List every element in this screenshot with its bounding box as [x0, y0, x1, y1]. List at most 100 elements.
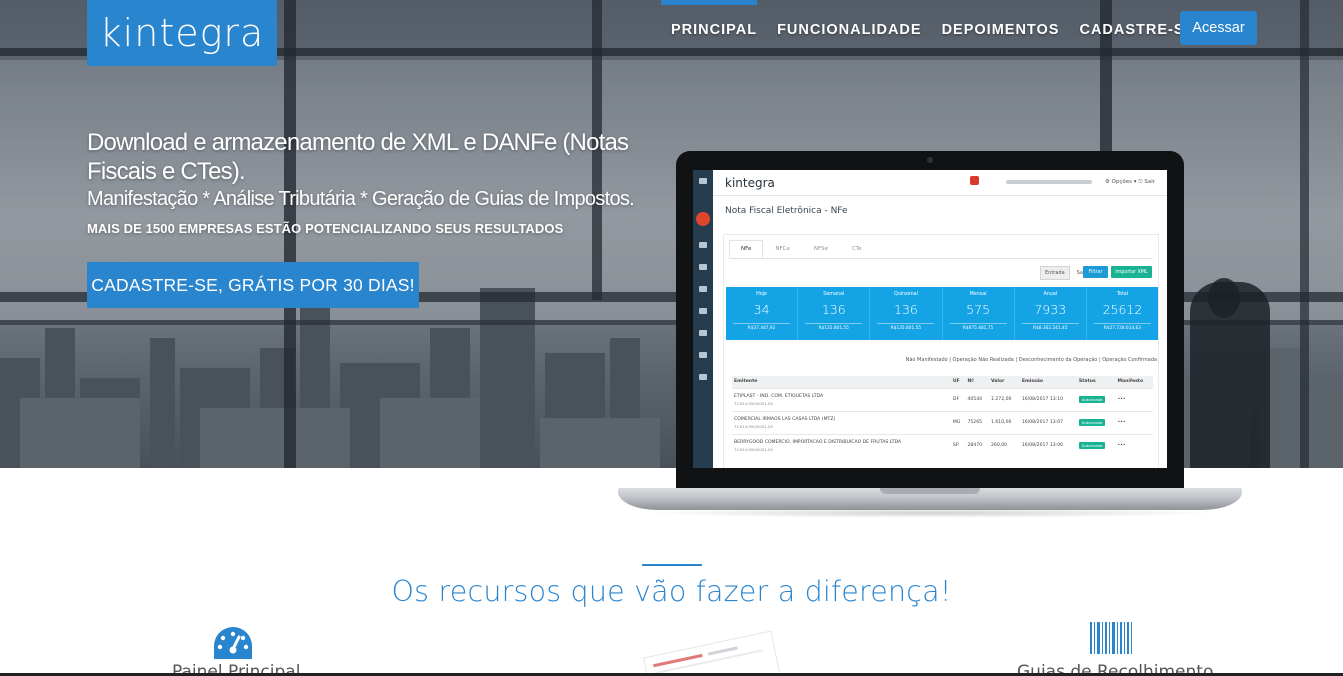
avatar [696, 212, 710, 226]
hero-title: Download e armazenamento de XML e DANFe … [87, 129, 629, 185]
hero-subtitle: Manifestação * Análise Tributária * Gera… [87, 188, 635, 210]
toggle-entrada: Entrada [1040, 266, 1070, 280]
hero-text: Download e armazenamento de XML e DANFe … [87, 128, 647, 236]
cell-valor: 1.610,00 [988, 410, 1020, 434]
cell-uf: MG [950, 410, 966, 434]
options-menu: ⚙ Opções ▾ ⎋ Sair [1104, 179, 1155, 185]
emitente-cnpj: 72.614.092/0001-00 [734, 423, 773, 429]
cell-numero: 28470 [965, 433, 989, 457]
features-title: Os recursos que vão fazer a diferença! [391, 575, 952, 608]
app-screenshot: kintegra ⚙ Opções ▾ ⎋ Sair Nota Fiscal E… [693, 170, 1167, 468]
table-row: COMERCIAL IRMAOS LAS CASAS LTDA (MTZ) 72.… [732, 410, 1153, 434]
app-sidebar [693, 170, 713, 468]
notification-icon [970, 176, 979, 185]
stat-value: 34 [753, 302, 770, 317]
menu-icon [699, 178, 707, 184]
cell-emissao: 16/08/2017 13:06 [1019, 433, 1077, 457]
cell-uf: SP [950, 433, 966, 457]
stat-label: Semanal [823, 292, 845, 297]
cell-uf: DF [950, 387, 966, 411]
brand-logo[interactable]: kintegra [87, 0, 277, 66]
nav-item-funcionalidade[interactable]: FUNCIONALIDADE [777, 0, 922, 60]
cell-emissao: 16/08/2017 13:10 [1019, 387, 1077, 411]
manifest-legend: Não Manifestado | Operação Não Realizada… [905, 357, 1157, 363]
app-tab-nfse: NFSe [813, 246, 828, 252]
laptop-mockup: kintegra ⚙ Opções ▾ ⎋ Sair Nota Fiscal E… [676, 151, 1184, 494]
app-tabs: NFe NFCe NFSe CTe [729, 240, 874, 258]
emitente-name: ETIPLAST - IND. COM. ETIQUETAS LTDA [734, 393, 824, 399]
col-valor: Valor [988, 376, 1020, 388]
col-uf: UF [950, 376, 966, 388]
cell-status: Autorizada [1076, 433, 1116, 457]
building-icon [699, 352, 707, 358]
cell-numero: 75265 [965, 410, 989, 434]
main-nav: PRINCIPAL FUNCIONALIDADE DEPOIMENTOS CAD… [661, 0, 1215, 60]
status-badge: Autorizada [1078, 441, 1106, 449]
cell-manifesto: ••• [1115, 410, 1153, 434]
cell-status: Autorizada [1076, 387, 1116, 411]
table-header-row: Emitente UF Nº Valor Emissão Status Mani… [732, 376, 1153, 388]
stats-bar: Hoje 34 R$37.447,92 Semanal 136 R$135.801,55… [726, 287, 1158, 340]
cell-manifesto: ••• [1115, 433, 1153, 457]
stat-money: R$27.728.614,63 [1093, 323, 1151, 331]
signup-cta-button[interactable]: CADASTRE-SE, GRÁTIS POR 30 DIAS! [87, 262, 419, 308]
stat-money: R$8.362.241,45 [1021, 323, 1079, 331]
stat-money: R$135.801,55 [877, 323, 935, 331]
dashboard-gauge-icon [214, 627, 252, 659]
tab-divider [729, 258, 1153, 259]
screenshot-preview [642, 630, 782, 676]
stat-value: 575 [966, 302, 991, 317]
col-emitente: Emitente [732, 376, 951, 388]
settings-icon [699, 374, 707, 380]
hero-tagline: MAIS DE 1500 EMPRESAS ESTÃO POTENCIALIZA… [87, 221, 564, 236]
stat-weekly: Semanal 136 R$135.801,55 [798, 287, 871, 340]
app-logo: kintegra [725, 176, 775, 190]
invoices-table: Emitente UF Nº Valor Emissão Status Mani… [732, 376, 1153, 457]
landing-page: kintegra PRINCIPAL FUNCIONALIDADE DEPOIM… [0, 0, 1343, 676]
stat-value: 136 [821, 302, 846, 317]
col-manifesto: Manifesto [1115, 376, 1153, 388]
login-button[interactable]: Acessar [1180, 11, 1257, 45]
stat-value: 25612 [1102, 302, 1143, 317]
status-badge: Autorizada [1078, 418, 1106, 426]
company-name-blurred [1006, 180, 1092, 184]
stat-label: Anual [1043, 292, 1058, 297]
stat-monthly: Mensal 575 R$675.481,75 [943, 287, 1015, 340]
emitente-cnpj: 72.614.092/0001-00 [734, 446, 773, 452]
stat-label: Mensal [969, 292, 987, 297]
app-tab-nfe: NFe [729, 240, 764, 258]
status-badge: Autorizada [1078, 395, 1106, 403]
filter-button: Filtrar [1083, 266, 1108, 278]
app-topbar [713, 170, 1167, 196]
cell-status: Autorizada [1076, 410, 1116, 434]
cell-valor: 1.272,00 [988, 387, 1020, 411]
col-emissao: Emissão [1019, 376, 1077, 388]
stat-money: R$135.801,55 [805, 323, 863, 331]
stat-today: Hoje 34 R$37.447,92 [726, 287, 799, 340]
table-row: BERRYGOOD COMERCIO, IMPORTACAO E DISTRIB… [732, 433, 1153, 457]
laptop-notch [880, 488, 980, 494]
app-tab-nfce: NFCe [775, 246, 790, 252]
app-page-heading: Nota Fiscal Eletrônica - NFe [725, 206, 848, 216]
cell-emitente: BERRYGOOD COMERCIO, IMPORTACAO E DISTRIB… [732, 433, 951, 457]
app-tab-cte: CTe [851, 246, 862, 252]
cell-emissao: 16/08/2017 13:07 [1019, 410, 1077, 434]
col-numero: Nº [965, 376, 989, 388]
import-xml-button: Importar XML [1111, 266, 1152, 278]
stat-label: Quinzenal [893, 292, 918, 297]
stat-total: Total 25612 R$27.728.614,63 [1087, 287, 1158, 340]
stat-label: Hoje [756, 292, 767, 297]
stat-value: 7933 [1034, 302, 1067, 317]
stat-money: R$37.447,92 [733, 323, 791, 331]
nav-item-depoimentos[interactable]: DEPOIMENTOS [942, 0, 1060, 60]
col-status: Status [1076, 376, 1116, 388]
cell-numero: 40544 [965, 387, 989, 411]
stat-biweekly: Quinzenal 136 R$135.801,55 [870, 287, 943, 340]
section-divider [642, 564, 702, 566]
nav-item-principal[interactable]: PRINCIPAL [661, 0, 758, 60]
tag-icon [699, 308, 707, 314]
chart-icon [699, 286, 707, 292]
cell-valor: 260,00 [988, 433, 1020, 457]
nav-item-cadastre-se[interactable]: CADASTRE-SE [1079, 0, 1195, 60]
barcode-icon [1090, 622, 1132, 654]
